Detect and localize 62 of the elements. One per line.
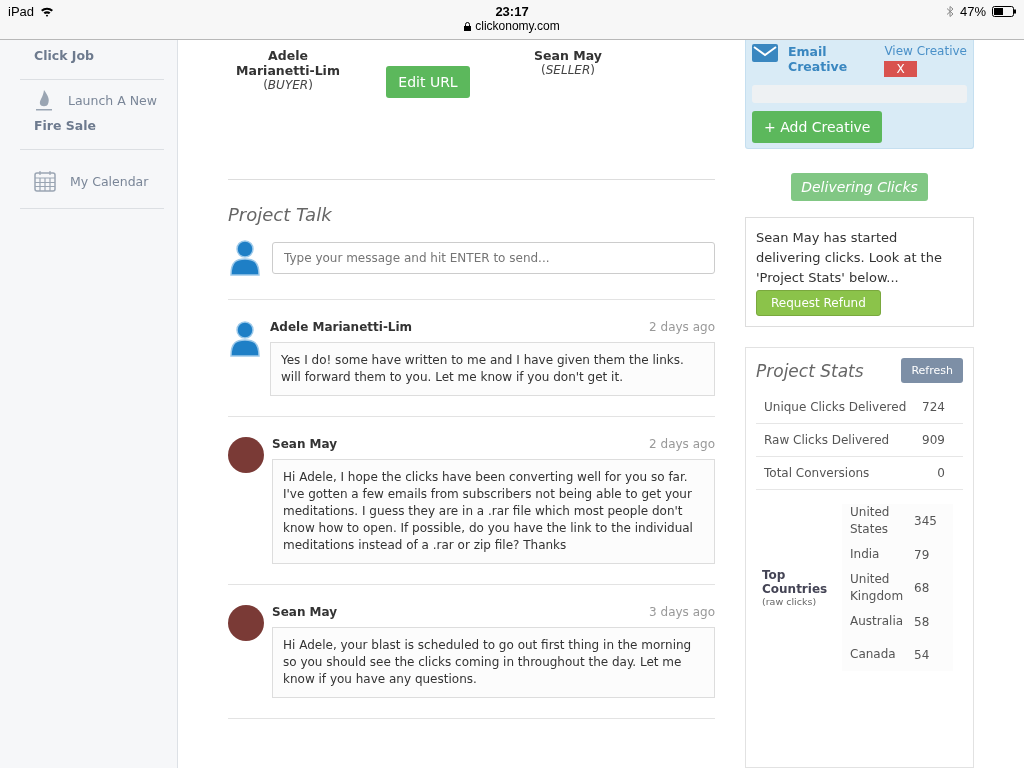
request-refund-button[interactable]: Request Refund bbox=[756, 290, 881, 316]
avatar-photo-placeholder bbox=[228, 437, 264, 473]
message-text: Yes I do! some have written to me and I have given them the links. will forward them to you. Let me know if you don't get it. bbox=[270, 342, 715, 396]
message-author: Sean May bbox=[272, 437, 338, 451]
flame-icon bbox=[34, 88, 54, 112]
remove-button[interactable]: X bbox=[884, 61, 917, 77]
status-badge: Delivering Clicks bbox=[791, 173, 928, 201]
party-name: Sean May bbox=[534, 48, 602, 63]
message-text: Hi Adele, I hope the clicks have been converting well for you so far. I've gotten a few emails from subscribers not being able to get your meditations. I guess they are in a .rar file which most people don't know how to open. If possible, do you have the link to the individual meditations instead of a .rar or zip file? Thanks bbox=[272, 459, 715, 564]
country-name: Australia bbox=[850, 613, 905, 630]
sidebar-link[interactable]: Fire Sale bbox=[34, 118, 164, 133]
stats-title: Project Stats bbox=[756, 360, 864, 381]
sidebar-link[interactable]: My Calendar bbox=[70, 173, 149, 189]
edit-url-button[interactable]: Edit URL bbox=[386, 66, 470, 98]
section-title: Project Talk bbox=[228, 204, 333, 225]
country-name: United States bbox=[850, 504, 891, 538]
battery-icon bbox=[992, 6, 1016, 17]
refresh-button[interactable]: Refresh bbox=[901, 358, 963, 383]
country-name: Canada bbox=[850, 646, 897, 663]
stat-label: Total Conversions bbox=[764, 466, 870, 480]
bluetooth-icon bbox=[945, 5, 954, 18]
stat-value: 0 bbox=[937, 466, 945, 480]
stat-value: 909 bbox=[922, 433, 945, 447]
top-countries-note: (raw clicks) bbox=[762, 596, 818, 607]
stat-label: Raw Clicks Delivered bbox=[764, 433, 890, 447]
sidebar-link[interactable]: Click Job bbox=[34, 48, 164, 63]
sidebar-link[interactable]: Launch A New bbox=[68, 92, 158, 108]
notice-text: Sean May has started delivering clicks. Look at the 'Project Stats' below... bbox=[756, 229, 943, 287]
message-author: Adele Marianetti-Lim bbox=[270, 320, 413, 334]
party-role: (BUYER) bbox=[263, 78, 313, 92]
creative-name[interactable]: Email Creative bbox=[788, 44, 875, 74]
country-clicks: 58 bbox=[914, 614, 930, 629]
country-clicks: 79 bbox=[914, 547, 930, 562]
user-silhouette-icon bbox=[228, 320, 262, 358]
view-creative-link[interactable]: View Creative bbox=[884, 44, 967, 58]
calendar-icon bbox=[34, 170, 56, 192]
wifi-icon bbox=[40, 6, 55, 17]
battery-percentage: 47% bbox=[959, 4, 986, 19]
add-creative-button[interactable]: + Add Creative bbox=[752, 111, 883, 143]
top-countries-title: Top Countries bbox=[762, 568, 829, 596]
device-name: iPad bbox=[8, 4, 35, 19]
lock-icon bbox=[464, 21, 472, 31]
envelope-icon bbox=[752, 44, 778, 62]
stat-value: 724 bbox=[922, 400, 945, 414]
avatar-photo-placeholder bbox=[228, 605, 264, 641]
country-clicks: 68 bbox=[914, 581, 930, 595]
address-url[interactable]: clickonomy.com bbox=[475, 19, 560, 33]
message-input[interactable]: Type your message and hit ENTER to send... bbox=[272, 242, 715, 274]
message-author: Sean May bbox=[272, 605, 338, 619]
clock-time: 23:17 bbox=[495, 4, 529, 19]
country-name: India bbox=[850, 546, 881, 563]
country-clicks: 54 bbox=[914, 647, 930, 662]
message-time: 2 days ago bbox=[649, 437, 715, 451]
message-time: 2 days ago bbox=[649, 320, 715, 334]
party-name: Adele Marianetti-Lim bbox=[235, 48, 341, 78]
country-clicks: 345 bbox=[914, 514, 937, 528]
country-name: United Kingdom bbox=[850, 571, 905, 605]
message-text: Hi Adele, your blast is scheduled to go out first thing in the morning so you should see the clicks coming in throughout the day. Let me know if you have any questions. bbox=[272, 627, 715, 698]
party-role: (SELLER) bbox=[541, 63, 595, 77]
message-time: 3 days ago bbox=[649, 605, 715, 619]
stat-label: Unique Clicks Delivered bbox=[764, 400, 907, 414]
user-silhouette-icon bbox=[228, 239, 262, 277]
